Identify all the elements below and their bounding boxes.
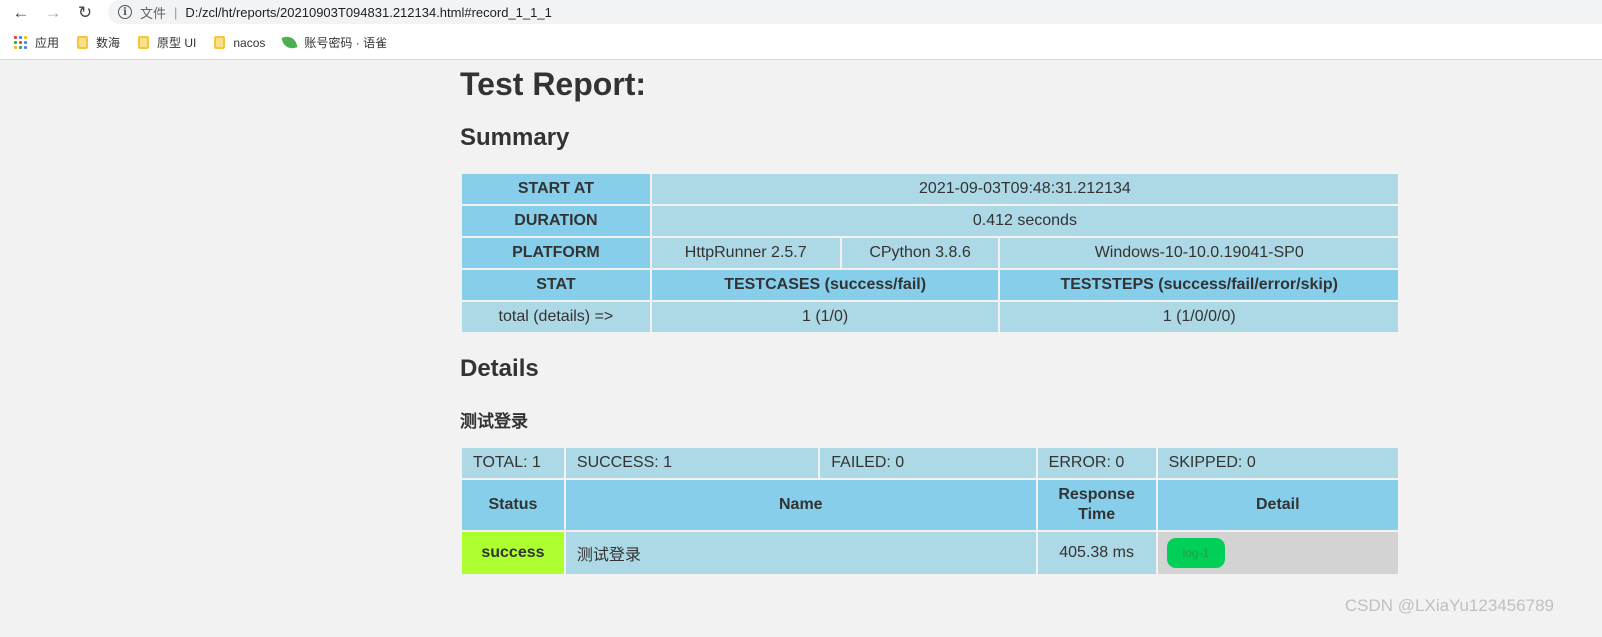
address-bar[interactable]: i 文件 | D:/zcl/ht/reports/20210903T094831… [108, 0, 1602, 24]
folder-icon [138, 36, 150, 49]
url-text[interactable]: D:/zcl/ht/reports/20210903T094831.212134… [185, 5, 551, 20]
detail-table: TOTAL: 1 SUCCESS: 1 FAILED: 0 ERROR: 0 S… [460, 446, 1400, 576]
start-at-value: 2021-09-03T09:48:31.212134 [651, 174, 1398, 204]
teststeps-label: TESTSTEPS (success/fail/error/skip) [1000, 270, 1398, 300]
error-count: ERROR: 0 [1037, 448, 1156, 478]
bookmark-prototype-ui[interactable]: 原型 UI [138, 34, 196, 51]
platform-os: Windows-10-10.0.19041-SP0 [1000, 238, 1398, 268]
bookmark-label: 账号密码 · 语雀 [304, 36, 388, 50]
response-time-header-line2: Time [1078, 506, 1116, 523]
bookmark-nacos[interactable]: nacos [214, 36, 265, 50]
log-button[interactable]: log-1 [1166, 538, 1226, 568]
detail-column-header: Detail [1157, 480, 1398, 530]
bookmark-label: 应用 [35, 36, 60, 50]
table-row: success 测试登录 405.38 ms log-1 [462, 532, 1398, 574]
status-badge: success [462, 532, 564, 574]
bookmark-yuque[interactable]: 账号密码 · 语雀 [281, 34, 388, 51]
platform-python: CPython 3.8.6 [841, 238, 999, 268]
response-time-column-header: Response Time [1037, 480, 1156, 530]
browser-toolbar: ← → ↻ i 文件 | D:/zcl/ht/reports/20210903T… [0, 0, 1602, 26]
info-icon[interactable]: i [118, 5, 132, 19]
testcases-value: 1 (1/0) [651, 302, 999, 332]
response-time-cell: 405.38 ms [1037, 532, 1156, 574]
status-column-header: Status [462, 480, 564, 530]
apps-grid-icon [14, 36, 27, 49]
table-header-row: Status Name Response Time Detail [462, 480, 1398, 530]
platform-label: PLATFORM [462, 238, 650, 268]
summary-heading: Summary [460, 124, 570, 151]
table-row: TOTAL: 1 SUCCESS: 1 FAILED: 0 ERROR: 0 S… [462, 448, 1398, 478]
total-details-label: total (details) => [462, 302, 650, 332]
bookmark-shuhai[interactable]: 数海 [77, 34, 120, 51]
table-row: STAT TESTCASES (success/fail) TESTSTEPS … [462, 270, 1398, 300]
leaf-icon [281, 34, 298, 51]
folder-icon [77, 36, 89, 49]
detail-cell: log-1 [1157, 532, 1398, 574]
watermark: CSDN @LXiaYu123456789 [1344, 596, 1554, 615]
details-heading: Details [460, 355, 539, 382]
failed-count: FAILED: 0 [820, 448, 1036, 478]
back-arrow-icon[interactable]: ← [10, 2, 32, 24]
start-at-label: START AT [462, 174, 650, 204]
teststeps-value: 1 (1/0/0/0) [1000, 302, 1398, 332]
total-count: TOTAL: 1 [462, 448, 564, 478]
table-row: total (details) => 1 (1/0) 1 (1/0/0/0) [462, 302, 1398, 332]
skipped-count: SKIPPED: 0 [1157, 448, 1398, 478]
bookmark-apps[interactable]: 应用 [14, 34, 59, 51]
summary-table: START AT 2021-09-03T09:48:31.212134 DURA… [460, 172, 1400, 334]
bookmark-label: 数海 [96, 36, 121, 50]
stat-label: STAT [462, 270, 650, 300]
platform-runner: HttpRunner 2.5.7 [651, 238, 840, 268]
file-label: 文件 [140, 5, 167, 21]
forward-arrow-icon[interactable]: → [42, 2, 64, 24]
page-title: Test Report: [460, 66, 647, 102]
success-count: SUCCESS: 1 [565, 448, 819, 478]
testcase-name-cell: 测试登录 [565, 532, 1036, 574]
bookmarks-bar: 应用 数海 原型 UI nacos 账号密码 · 语雀 [0, 26, 1602, 60]
duration-label: DURATION [462, 206, 650, 236]
duration-value: 0.412 seconds [651, 206, 1398, 236]
folder-icon [214, 36, 226, 49]
bookmark-label: nacos [233, 35, 266, 50]
address-separator: | [174, 4, 178, 20]
testcase-heading: 测试登录 [460, 412, 528, 431]
name-column-header: Name [565, 480, 1036, 530]
table-row: PLATFORM HttpRunner 2.5.7 CPython 3.8.6 … [462, 238, 1398, 268]
testcases-label: TESTCASES (success/fail) [651, 270, 999, 300]
table-row: DURATION 0.412 seconds [462, 206, 1398, 236]
bookmark-label: 原型 UI [157, 36, 197, 50]
response-time-header-line1: Response [1058, 486, 1135, 503]
reload-icon[interactable]: ↻ [74, 2, 96, 24]
table-row: START AT 2021-09-03T09:48:31.212134 [462, 174, 1398, 204]
